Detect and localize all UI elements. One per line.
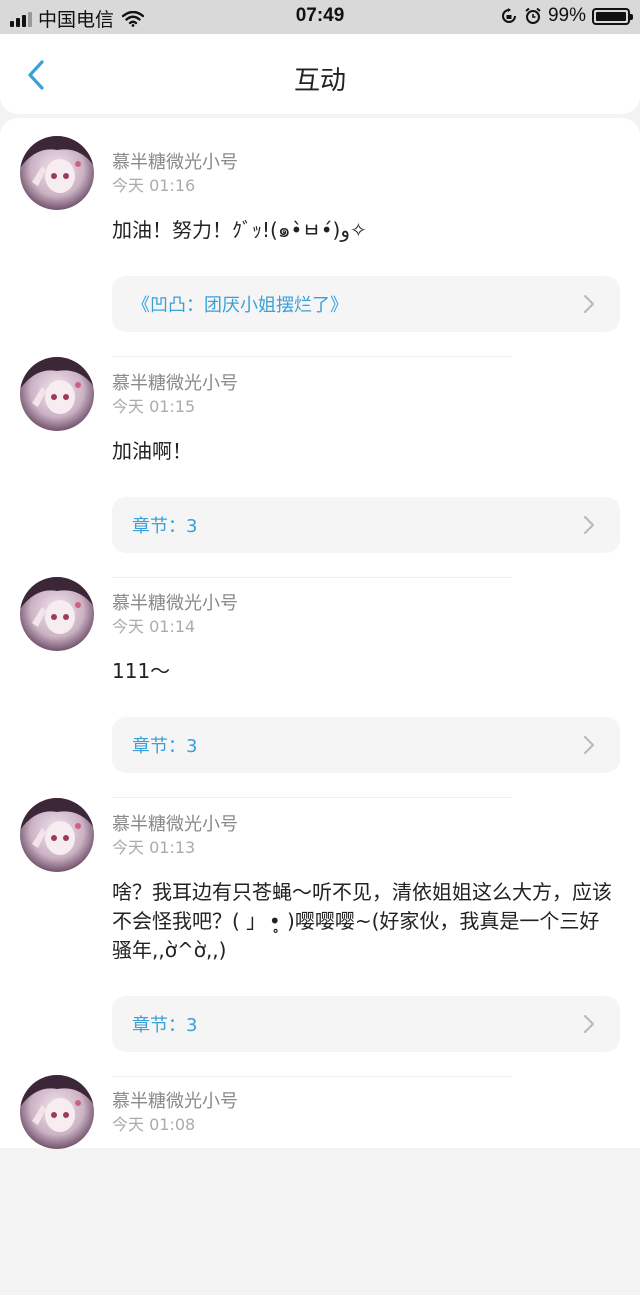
source-link-label: 章节：3 bbox=[132, 516, 198, 537]
timestamp: 今天 01:13 bbox=[112, 838, 196, 857]
interaction-item: 慕半糖微光小号今天 01:16 加油！努力！ｸﾞｯ!(๑•̀ㅂ•́)و✧ 《凹凸：团… bbox=[0, 136, 640, 357]
lock-rotation-icon bbox=[502, 8, 516, 23]
alarm-icon bbox=[525, 7, 541, 24]
avatar[interactable] bbox=[20, 577, 94, 651]
battery-fill bbox=[596, 11, 626, 21]
chevron-right-icon bbox=[584, 1015, 594, 1033]
chevron-right-icon bbox=[584, 516, 594, 534]
interaction-item: 慕半糖微光小号今天 01:15 加油啊！ 章节：3 bbox=[0, 357, 640, 578]
interaction-item: 慕半糖微光小号今天 01:08 bbox=[0, 1075, 640, 1295]
username[interactable]: 慕半糖微光小号 bbox=[112, 589, 238, 615]
timestamp: 今天 01:14 bbox=[112, 617, 196, 636]
avatar[interactable] bbox=[20, 357, 94, 431]
source-link[interactable]: 章节：3 bbox=[112, 497, 620, 553]
avatar[interactable] bbox=[20, 136, 94, 210]
source-link[interactable]: 章节：3 bbox=[112, 717, 620, 773]
username[interactable]: 慕半糖微光小号 bbox=[112, 1087, 238, 1113]
page-title: 互动 bbox=[293, 66, 346, 96]
status-right: 99% bbox=[500, 5, 633, 27]
battery-percent: 99% bbox=[547, 5, 586, 26]
comment-text: 加油！努力！ｸﾞｯ!(๑•̀ㅂ•́)و✧ bbox=[112, 218, 367, 242]
chevron-right-icon bbox=[584, 736, 594, 754]
battery-icon bbox=[592, 7, 633, 25]
nav-bar: 互动 bbox=[0, 34, 640, 114]
username[interactable]: 慕半糖微光小号 bbox=[112, 369, 238, 395]
source-link-label: 章节：3 bbox=[132, 736, 198, 757]
source-link[interactable]: 《凹凸：团厌小姐摆烂了》 bbox=[112, 276, 620, 332]
comment-text: 啥？我耳边有只苍蝇～听不见，清依姐姐这么大方，应该不会怪我吧？( ｣ ­ •̥ … bbox=[112, 880, 612, 962]
interaction-item: 慕半糖微光小号今天 01:14 111～ 章节：3 bbox=[0, 577, 640, 798]
username[interactable]: 慕半糖微光小号 bbox=[112, 148, 238, 174]
status-bar: 中国电信 07:49 99% bbox=[0, 0, 640, 34]
timestamp: 今天 01:08 bbox=[112, 1115, 196, 1134]
interaction-item: 慕半糖微光小号今天 01:13 啥？我耳边有只苍蝇～听不见，清依姐姐这么大方，应该… bbox=[0, 798, 640, 1077]
chevron-right-icon bbox=[584, 295, 594, 313]
source-link-label: 《凹凸：团厌小姐摆烂了》 bbox=[132, 295, 348, 316]
username[interactable]: 慕半糖微光小号 bbox=[112, 810, 238, 836]
comment-text: 加油啊！ bbox=[112, 439, 192, 463]
interaction-list: 慕半糖微光小号 今天 01:16 加油！努力！ｸﾞｯ!(๑•̀ㅂ•́)و✧ 《凹凸：团… bbox=[0, 118, 640, 1149]
timestamp: 今天 01:15 bbox=[112, 397, 196, 416]
avatar[interactable] bbox=[20, 798, 94, 872]
comment-text: 111～ bbox=[112, 659, 171, 683]
source-link[interactable]: 章节：3 bbox=[112, 996, 620, 1052]
source-link-label: 章节：3 bbox=[132, 1015, 198, 1036]
timestamp: 今天 01:16 bbox=[112, 176, 196, 195]
